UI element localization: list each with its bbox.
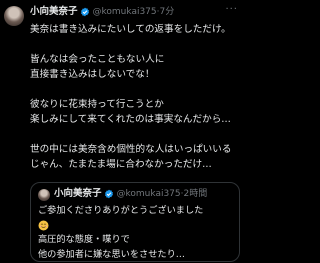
verified-badge-icon: [80, 7, 89, 17]
smiling-face-emoji-icon: [38, 220, 49, 231]
tweet-line: 彼なりに花束持って行こうとか: [30, 99, 164, 110]
quoted-tweet-header: 小向美奈子 @komukai375 · 2時間: [54, 188, 207, 200]
more-options-icon[interactable]: ···: [225, 4, 238, 15]
verified-badge-icon: [104, 189, 113, 199]
author-name[interactable]: 小向美奈子: [30, 6, 78, 18]
tweet-line: 直接書き込みはしないでな！: [30, 69, 155, 80]
quoted-tweet-timestamp: 2時間: [183, 189, 208, 199]
author-avatar[interactable]: [4, 6, 24, 26]
tweet-line: じゃん、たまたま場に合わなかっただけ…: [30, 159, 212, 170]
tweet-line: 美奈は書き込みにたいしての返事をしただけ。: [30, 24, 231, 35]
tweet-line: 皆んなは会ったこともない人に: [30, 54, 165, 65]
quoted-tweet[interactable]: 小向美奈子 @komukai375 · 2時間 ご参加くださりありがとうございま…: [30, 182, 240, 262]
quoted-line: 高圧的な態度・喋りで: [38, 234, 130, 245]
quoted-line: ご参加くださりありがとうございました: [38, 205, 204, 216]
author-handle[interactable]: @komukai375: [93, 6, 157, 18]
tweet-line: 楽しみにして来てくれたのは事実なんだから…: [30, 114, 231, 125]
tweet[interactable]: 小向美奈子 @komukai375 · 7分 ··· 美奈は書き込みにたいしての…: [0, 0, 242, 262]
quoted-author-handle: @komukai375: [116, 189, 181, 199]
quoted-line: 他の参加者に嫌な思いをさせたり…: [38, 249, 185, 260]
tweet-header: 小向美奈子 @komukai375 · 7分: [30, 5, 240, 19]
tweet-text: 美奈は書き込みにたいしての返事をしただけ。 皆んなは会ったこともない人に 直接書…: [30, 22, 238, 172]
quoted-tweet-text: ご参加くださりありがとうございました 高圧的な態度・喋りで 他の参加者に嫌な思い…: [38, 204, 238, 263]
quoted-author-name: 小向美奈子: [54, 188, 102, 199]
tweet-line: 世の中には美奈含め個性的な人はいっぱいいる: [30, 144, 232, 155]
tweet-timestamp[interactable]: 7分: [160, 6, 175, 18]
quoted-author-avatar: [38, 189, 50, 201]
